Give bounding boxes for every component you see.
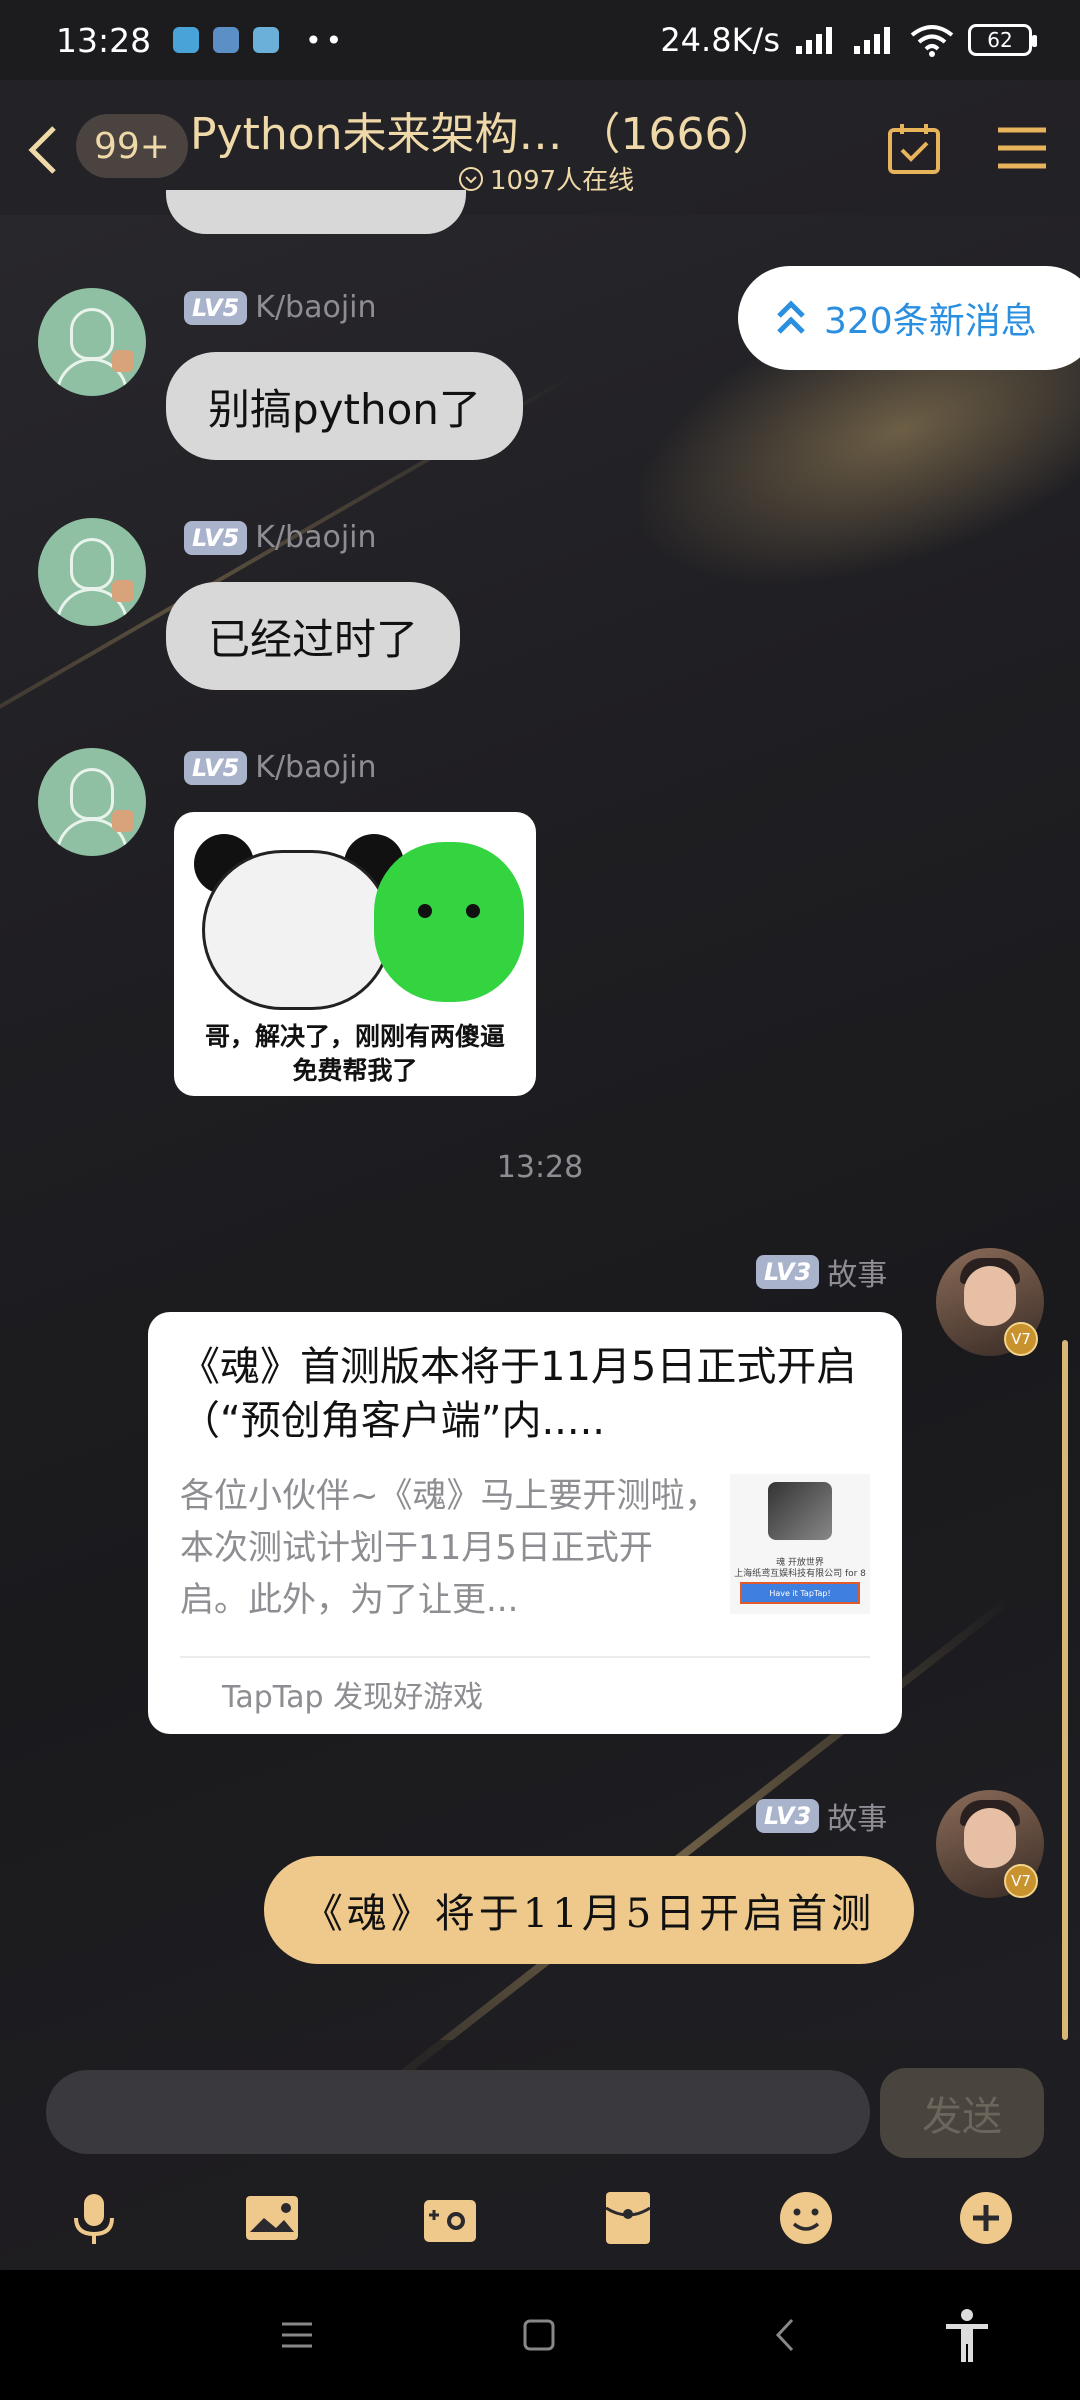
avatar[interactable]: [38, 518, 146, 626]
app-notification-icon: [253, 27, 280, 53]
input-bar: 发送: [0, 2040, 1080, 2270]
card-title: 《魂》首测版本将于11月5日正式开启（“预创角客户端”内.....: [180, 1344, 857, 1444]
double-chevron-up-icon: [777, 300, 805, 334]
thumbnail-button: Have it TapTap!: [740, 1582, 860, 1604]
plus-icon[interactable]: [956, 2188, 1016, 2248]
send-button[interactable]: 发送: [880, 2068, 1044, 2158]
panda-meme-image: [184, 832, 404, 1017]
message-timestamp: 13:28: [496, 1150, 584, 1185]
status-right: 24.8K/s 62: [660, 21, 1037, 59]
group-title[interactable]: Python未来架构… （1666）: [190, 98, 776, 162]
network-speed: 24.8K/s: [660, 21, 780, 59]
message-bubble[interactable]: 《魂》将于11月5日开启首测: [264, 1856, 914, 1964]
cellular-signal-icon: [854, 27, 890, 54]
calendar-check-icon[interactable]: [884, 118, 944, 178]
nav-back-icon[interactable]: [764, 2312, 810, 2358]
level-badge: LV5: [184, 290, 248, 325]
thumbnail-text: 魂 开放世界 上海纸鸢互娱科技有限公司 for 8: [734, 1558, 866, 1579]
level-badge: LV3: [756, 1799, 820, 1833]
back-icon[interactable]: [18, 120, 68, 180]
red-packet-icon[interactable]: [598, 2188, 658, 2248]
sender-name[interactable]: 故事: [827, 1250, 887, 1294]
avatar[interactable]: [38, 288, 146, 396]
sender-info: LV3 故事: [756, 1250, 887, 1294]
sender-name[interactable]: K/baojin: [255, 750, 376, 785]
sender-name[interactable]: K/baojin: [255, 290, 376, 325]
avatar[interactable]: [38, 748, 146, 856]
wifi-icon: [910, 25, 954, 57]
vip-badge: V7: [1004, 1322, 1038, 1356]
level-badge: LV5: [184, 750, 248, 785]
nav-home-icon[interactable]: [516, 2312, 562, 2358]
online-status: 1097人在线: [458, 160, 634, 197]
game-logo-image: [768, 1482, 832, 1540]
partial-message-bubble: [166, 190, 466, 234]
chat-header: 99+ Python未来架构… （1666） 1097人在线: [0, 80, 1080, 215]
message-input[interactable]: [46, 2070, 870, 2154]
sender-info: LV5 K/baojin: [184, 520, 377, 555]
sender-name[interactable]: K/baojin: [255, 520, 376, 555]
card-source: TapTap 发现好游戏: [222, 1680, 484, 1715]
card-description: 各位小伙伴~《魂》马上要开测啦，本次测试计划于11月5日正式开启。此外，为了让更…: [180, 1476, 719, 1620]
menu-icon[interactable]: [992, 118, 1052, 178]
new-messages-label: 320条新消息: [824, 301, 1037, 342]
share-card[interactable]: 《魂》首测版本将于11月5日正式开启（“预创角客户端”内..... 各位小伙伴~…: [148, 1312, 902, 1734]
sender-info: LV3 故事: [756, 1794, 887, 1838]
sender-name[interactable]: 故事: [827, 1794, 887, 1838]
system-nav-bar: [0, 2270, 1080, 2400]
image-icon[interactable]: [242, 2188, 302, 2248]
sticker-caption: 哥，解决了，刚刚有两傻逼 免费帮我了: [204, 1022, 505, 1085]
cellular-signal-icon: [796, 27, 832, 54]
status-bar: 13:28 •• 24.8K/s 62: [0, 0, 1080, 80]
divider: [180, 1656, 870, 1658]
nav-menu-icon[interactable]: [274, 2312, 320, 2358]
level-badge: LV5: [184, 520, 248, 555]
emoji-icon[interactable]: [776, 2188, 836, 2248]
chat-screen: { "status_bar": { "time": "13:28", "netw…: [0, 0, 1080, 2400]
sticker-image[interactable]: 哥，解决了，刚刚有两傻逼 免费帮我了: [174, 812, 536, 1096]
battery-icon: 62: [968, 24, 1037, 56]
app-notification-icon: [173, 27, 200, 53]
chevron-down-circle-icon: [459, 166, 483, 191]
unread-badge[interactable]: 99+: [76, 114, 188, 178]
notification-icons: [173, 27, 280, 53]
new-messages-button[interactable]: 320条新消息: [738, 266, 1080, 370]
online-count: 1097人在线: [490, 166, 635, 196]
vip-badge: V7: [1004, 1864, 1038, 1898]
scrollbar[interactable]: [1062, 1340, 1068, 2040]
message-bubble[interactable]: 别搞python了: [166, 352, 523, 460]
green-bear-image: [374, 842, 524, 1002]
app-notification-icon: [213, 27, 240, 53]
microphone-icon[interactable]: [64, 2188, 124, 2248]
sender-info: LV5 K/baojin: [184, 750, 377, 785]
status-time: 13:28: [56, 20, 152, 60]
message-bubble[interactable]: 已经过时了: [166, 582, 461, 690]
more-notifications: ••: [305, 23, 347, 57]
level-badge: LV3: [756, 1255, 820, 1289]
card-thumbnail: 魂 开放世界 上海纸鸢互娱科技有限公司 for 8 Have it TapTap…: [730, 1474, 870, 1614]
accessibility-icon[interactable]: [942, 2308, 992, 2364]
sender-info: LV5 K/baojin: [184, 290, 377, 325]
camera-icon[interactable]: [420, 2188, 480, 2248]
